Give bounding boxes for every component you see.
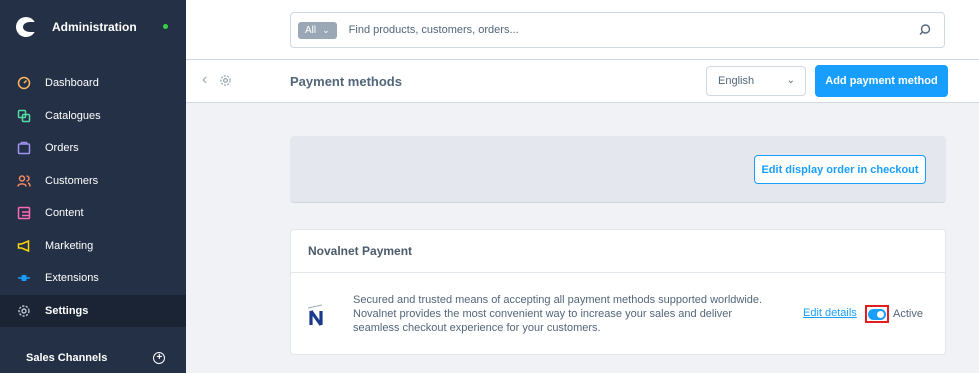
sidebar-item-dashboard[interactable]: Dashboard [0,67,186,100]
sales-channels-label: Sales Channels [26,352,108,364]
payment-method-title: Novalnet Payment [291,230,945,273]
language-select-value: English [718,75,755,87]
smart-bar: ‹ Payment methods English ⌄ Add payment … [186,60,979,103]
chevron-down-icon: ⌄ [786,75,795,86]
search-type-label: All [305,24,317,36]
sidebar-header: Administration [0,0,186,53]
global-search[interactable]: All ⌄ Find products, customers, orders..… [290,12,945,48]
sidebar-item-label: Customers [45,174,99,187]
status-indicator [162,24,168,29]
chevron-down-icon: ⌄ [322,24,330,35]
shopware-logo-icon[interactable] [16,16,36,37]
catalogue-icon [17,109,31,123]
smart-bar-nav: ‹ [202,72,232,88]
settings-icon [220,74,232,86]
extensions-icon [17,271,31,285]
sidebar-item-label: Orders [45,142,79,155]
active-toggle-highlight [865,305,889,323]
language-select[interactable]: English ⌄ [706,66,806,96]
content-icon [17,206,31,220]
sales-channels-header: Sales Channels + [0,352,186,364]
active-label: Active [893,308,923,320]
sidebar-item-customers[interactable]: Customers [0,165,186,198]
sidebar-item-extensions[interactable]: Extensions [0,262,186,295]
dashboard-icon [17,76,31,90]
orders-icon [17,141,31,155]
sidebar-item-label: Content [45,207,84,220]
sidebar-item-label: Catalogues [45,109,101,122]
search-input[interactable]: Find products, customers, orders... [349,24,519,36]
add-payment-method-button[interactable]: Add payment method [815,65,948,97]
customers-icon [17,174,31,188]
back-icon[interactable]: ‹ [202,72,207,88]
sidebar-item-label: Dashboard [45,77,99,90]
sidebar-item-label: Marketing [45,239,94,252]
sidebar-nav: Dashboard Catalogues Orders Customers Co… [0,67,186,327]
marketing-icon [17,239,31,253]
search-icon[interactable] [918,23,932,37]
top-search-bar: All ⌄ Find products, customers, orders..… [186,0,979,60]
payment-method-description: Secured and trusted means of accepting a… [353,294,763,334]
add-sales-channel-icon[interactable]: + [153,352,166,364]
sidebar-item-label: Extensions [45,272,99,285]
novalnet-logo-icon [307,304,323,326]
page-title: Payment methods [290,74,402,89]
sidebar-item-marketing[interactable]: Marketing [0,230,186,263]
sidebar-item-label: Settings [45,304,89,317]
search-type-select[interactable]: All ⌄ [298,21,337,39]
edit-details-link[interactable]: Edit details [803,307,857,319]
payment-method-card: Novalnet Payment Secured and trusted mea… [290,229,946,355]
sidebar-item-content[interactable]: Content [0,197,186,230]
settings-icon [17,304,31,318]
sidebar: Administration Dashboard Catalogues Orde… [0,0,186,373]
sidebar-title: Administration [52,19,137,34]
active-toggle[interactable] [868,308,886,320]
display-order-card: Edit display order in checkout [290,136,946,203]
sidebar-item-orders[interactable]: Orders [0,132,186,165]
sidebar-item-settings[interactable]: Settings [0,294,186,327]
sidebar-item-catalogues[interactable]: Catalogues [0,100,186,133]
edit-display-order-button[interactable]: Edit display order in checkout [754,155,926,184]
